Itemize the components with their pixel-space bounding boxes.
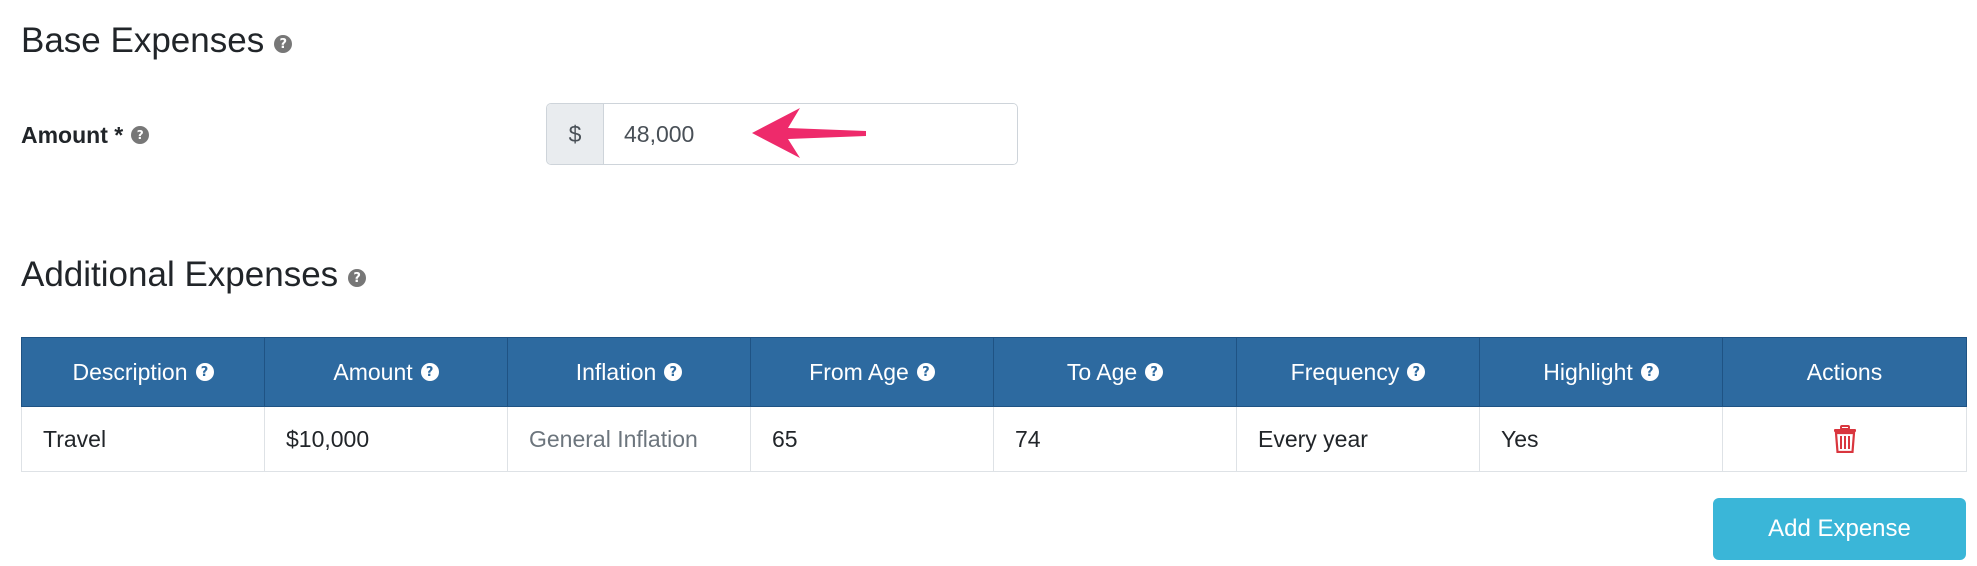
table-row: Travel $10,000 General Inflation 65 74 E… xyxy=(21,406,1967,472)
cell-highlight: Yes xyxy=(1479,406,1723,472)
column-header-label: Actions xyxy=(1806,358,1883,385)
column-header-label: Inflation xyxy=(575,358,657,385)
additional-expenses-title: Additional Expenses ? xyxy=(21,255,367,295)
cell-to-age: 74 xyxy=(993,406,1237,472)
column-header-to-age: To Age ? xyxy=(993,337,1237,407)
question-circle-icon[interactable]: ? xyxy=(348,269,367,287)
column-header-inflation: Inflation ? xyxy=(507,337,751,407)
column-header-actions: Actions xyxy=(1722,337,1967,407)
question-circle-icon[interactable]: ? xyxy=(420,363,439,381)
add-expense-button[interactable]: Add Expense xyxy=(1713,498,1966,560)
cell-inflation: General Inflation xyxy=(507,406,751,472)
trash-icon[interactable] xyxy=(1833,425,1857,454)
table-header-row: Description ? Amount ? Inflation ? From … xyxy=(21,337,1967,407)
column-header-description: Description ? xyxy=(21,337,265,407)
column-header-label: From Age xyxy=(809,358,909,385)
column-header-label: To Age xyxy=(1066,358,1138,385)
column-header-highlight: Highlight ? xyxy=(1479,337,1723,407)
cell-amount: $10,000 xyxy=(264,406,508,472)
question-circle-icon[interactable]: ? xyxy=(916,363,935,381)
column-header-from-age: From Age ? xyxy=(750,337,994,407)
cell-from-age: 65 xyxy=(750,406,994,472)
currency-prefix: $ xyxy=(547,104,604,164)
question-circle-icon[interactable]: ? xyxy=(131,126,150,144)
cell-description: Travel xyxy=(21,406,265,472)
column-header-frequency: Frequency ? xyxy=(1236,337,1480,407)
base-expenses-title-text: Base Expenses xyxy=(21,21,265,60)
cell-frequency: Every year xyxy=(1236,406,1480,472)
question-circle-icon[interactable]: ? xyxy=(1145,363,1164,381)
column-header-label: Amount xyxy=(333,358,413,385)
column-header-label: Frequency xyxy=(1290,358,1400,385)
column-header-amount: Amount ? xyxy=(264,337,508,407)
question-circle-icon[interactable]: ? xyxy=(274,35,293,53)
question-circle-icon[interactable]: ? xyxy=(664,363,683,381)
additional-expenses-title-text: Additional Expenses xyxy=(21,255,339,294)
question-circle-icon[interactable]: ? xyxy=(195,363,214,381)
pink-arrow-icon xyxy=(752,108,866,158)
amount-label-text: Amount * xyxy=(21,122,124,148)
column-header-label: Highlight xyxy=(1543,358,1633,385)
column-header-label: Description xyxy=(72,358,188,385)
question-circle-icon[interactable]: ? xyxy=(1407,363,1426,381)
base-expenses-title: Base Expenses ? xyxy=(21,21,293,61)
amount-label: Amount * ? xyxy=(21,121,150,149)
additional-expenses-table: Description ? Amount ? Inflation ? From … xyxy=(21,337,1967,472)
cell-actions xyxy=(1722,406,1967,472)
question-circle-icon[interactable]: ? xyxy=(1640,363,1659,381)
